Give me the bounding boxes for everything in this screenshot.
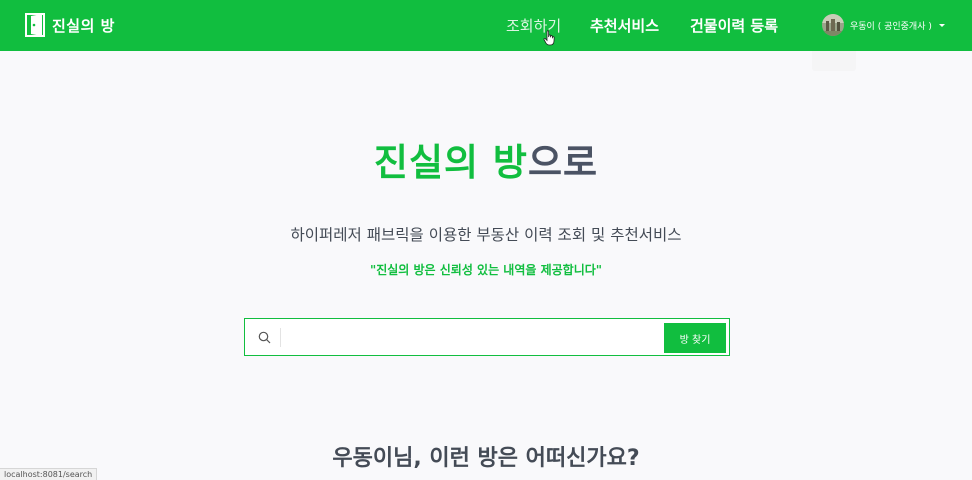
search-divider [280,328,281,347]
hand-cursor-icon [543,30,555,46]
hero-title: 진실의 방으로 [0,132,972,186]
brand-name: 진실의 방 [52,16,115,35]
door-logo-icon [25,13,45,37]
brand-home-link[interactable]: 진실의 방 [25,12,115,38]
search-bar: 방 찾기 [244,318,730,356]
nav-register-link[interactable]: 건물이력 등록 [690,15,778,36]
user-menu-toggle[interactable]: 우동이 ( 공인중개사 ) [822,13,945,37]
nav-recommend-link[interactable]: 추천서비스 [590,15,659,36]
top-navbar: 진실의 방 조회하기 추천서비스 건물이력 등록 우동이 ( 공인중개사 ) [0,0,972,51]
avatar [822,14,844,36]
status-bar-url: localhost:8081/search [0,468,98,480]
dropdown-shadow [812,51,856,71]
hero-title-highlight: 진실의 방 [373,141,528,184]
hero-tagline: "진실의 방은 신뢰성 있는 내역을 제공합니다" [369,263,603,277]
recommend-section-heading: 우동이님, 이런 방은 어떠신가요? [332,446,640,471]
find-room-button[interactable]: 방 찾기 [664,323,726,353]
hero-title-rest: 으로 [527,141,599,184]
search-input[interactable] [287,325,657,349]
hero-subtitle: 하이퍼레저 패브릭을 이용한 부동산 이력 조회 및 추천서비스 [290,226,682,244]
search-icon [258,331,271,344]
caret-down-icon [938,23,945,27]
user-name: 우동이 ( 공인중개사 ) [850,21,932,32]
